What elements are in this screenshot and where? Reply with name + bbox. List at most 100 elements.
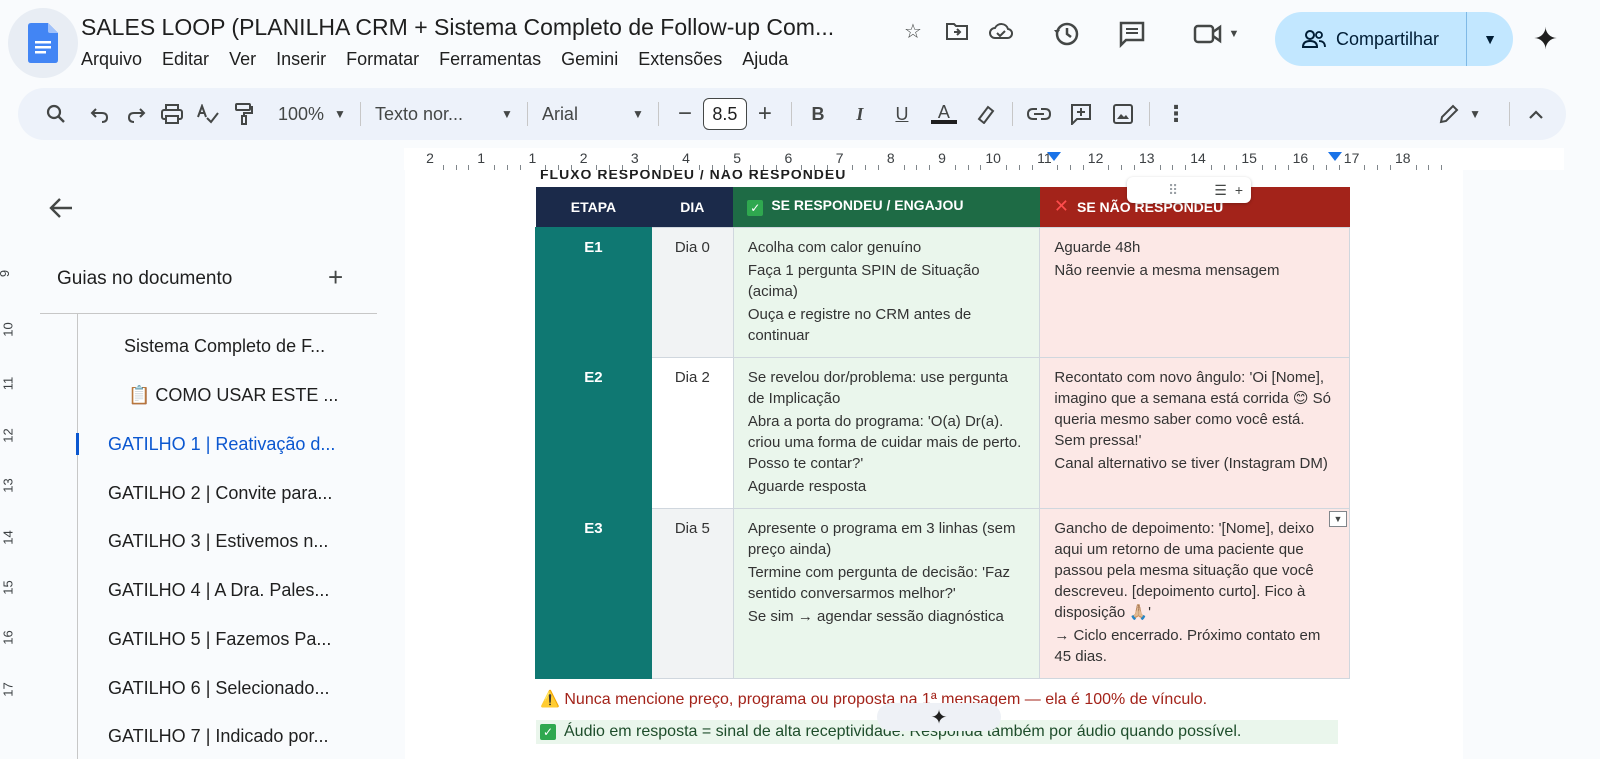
decrease-font-size-icon[interactable]: − <box>667 96 703 132</box>
paragraph-style-select[interactable]: Texto nor... ▼ <box>369 96 519 132</box>
etapa-cell[interactable]: E2 <box>535 356 652 509</box>
sidebar-divider <box>40 313 377 314</box>
table-row: E3 Dia 5 Apresente o programa em 3 linha… <box>535 507 1350 679</box>
toolbar-divider <box>526 102 528 126</box>
more-options-icon[interactable]: ⋮ <box>1158 96 1194 132</box>
menu-gemini[interactable]: Gemini <box>561 49 618 70</box>
sort-icon[interactable]: ☰ <box>1214 182 1227 199</box>
dia-cell[interactable]: Dia 0 <box>650 226 734 358</box>
check-icon: ✓ <box>540 724 556 740</box>
document-title[interactable]: SALES LOOP (PLANILHA CRM + Sistema Compl… <box>81 14 834 41</box>
cell-line: Ouça e registre no CRM antes de continua… <box>747 305 972 344</box>
redo-icon[interactable] <box>118 96 154 132</box>
cloud-saved-icon[interactable] <box>988 18 1014 44</box>
zoom-select[interactable]: 100% ▼ <box>272 96 352 132</box>
docs-logo-icon[interactable] <box>8 8 78 78</box>
table-floating-toolbar[interactable]: ⠿ ☰ + <box>1127 177 1251 203</box>
section-heading: FLUXO RESPONDEU / NÃO RESPONDEU <box>540 170 847 182</box>
document-outline-sidebar: Guias no documento + Sistema Completo de… <box>18 170 404 759</box>
follow-up-flow-table[interactable]: ETAPA DIA ✓ SE RESPONDEU / ENGAJOU ✕ SE NÃ… <box>535 187 1350 679</box>
pencil-icon <box>1439 104 1459 124</box>
ruler-label: 6 <box>784 150 793 166</box>
responded-cell[interactable]: Apresente o programa em 3 linhas (sem pr… <box>732 507 1041 679</box>
share-options-chevron-icon[interactable]: ▼ <box>1467 31 1513 47</box>
not-responded-cell[interactable]: Recontato com novo ângulo: 'Oi [Nome], i… <box>1039 356 1350 509</box>
document-page[interactable]: FLUXO RESPONDEU / NÃO RESPONDEU ETAPA DI… <box>405 170 1463 759</box>
outline-item[interactable]: GATILHO 6 | Selecionado... <box>108 678 329 699</box>
add-tab-icon[interactable]: + <box>328 262 343 293</box>
dia-cell[interactable]: Dia 2 <box>650 356 734 509</box>
font-size-input[interactable]: 8.5 <box>702 98 747 130</box>
insert-image-icon[interactable] <box>1105 96 1141 132</box>
text-color-icon[interactable]: A <box>926 96 962 132</box>
outline-item-active[interactable]: GATILHO 1 | Reativação d... <box>108 434 335 455</box>
menu-ver[interactable]: Ver <box>229 49 256 70</box>
gemini-star-icon[interactable]: ✦ <box>1533 22 1558 57</box>
history-icon[interactable] <box>1046 14 1086 54</box>
menu-arquivo[interactable]: Arquivo <box>81 49 142 70</box>
bold-icon[interactable]: B <box>800 96 836 132</box>
add-comment-icon[interactable] <box>1063 96 1099 132</box>
menu-inserir[interactable]: Inserir <box>276 49 326 70</box>
outline-item[interactable]: GATILHO 5 | Fazemos Pa... <box>108 629 331 650</box>
underline-icon[interactable]: U <box>884 96 920 132</box>
dia-cell[interactable]: Dia 5 <box>650 507 734 679</box>
search-icon[interactable] <box>38 96 74 132</box>
cell-line: Canal alternativo se tiver (Instagram DM… <box>1054 454 1328 472</box>
font-family-select[interactable]: Arial ▼ <box>536 96 650 132</box>
document-canvas[interactable]: FLUXO RESPONDEU / NÃO RESPONDEU ETAPA DI… <box>404 170 1564 759</box>
star-icon[interactable]: ☆ <box>900 18 926 44</box>
right-indent-marker-icon[interactable] <box>1328 152 1342 161</box>
etapa-cell[interactable]: E3 <box>535 507 652 679</box>
ruler-label: 18 <box>1395 150 1411 166</box>
cell-line: Recontato com novo ângulo: 'Oi [Nome], i… <box>1054 368 1332 449</box>
print-icon[interactable] <box>154 96 190 132</box>
undo-icon[interactable] <box>82 96 118 132</box>
outline-item[interactable]: GATILHO 7 | Indicado por... <box>108 726 328 747</box>
not-responded-cell[interactable]: Aguarde 48h Não reenvie a mesma mensagem <box>1039 226 1350 358</box>
menu-formatar[interactable]: Formatar <box>346 49 419 70</box>
add-icon[interactable]: + <box>1235 182 1243 198</box>
outline-item[interactable]: 📋 COMO USAR ESTE ... <box>128 385 338 406</box>
back-arrow-icon[interactable] <box>48 194 74 226</box>
guides-title: Guias no documento <box>57 268 233 289</box>
outline-item[interactable]: GATILHO 2 | Convite para... <box>108 483 332 504</box>
responded-cell[interactable]: Acolha com calor genuíno Faça 1 pergunta… <box>732 226 1041 358</box>
ruler-label: 1 <box>528 150 537 166</box>
collapse-menus-icon[interactable] <box>1518 96 1554 132</box>
table-row: E1 Dia 0 Acolha com calor genuíno Faça 1… <box>535 226 1350 358</box>
spellcheck-icon[interactable] <box>190 96 226 132</box>
ruler-label: 15 <box>1241 150 1257 166</box>
move-folder-icon[interactable] <box>944 18 970 44</box>
increase-font-size-icon[interactable]: + <box>747 96 783 132</box>
share-button[interactable]: Compartilhar <box>1275 12 1467 66</box>
comments-icon[interactable] <box>1112 14 1152 54</box>
outline-item[interactable]: GATILHO 4 | A Dra. Pales... <box>108 580 329 601</box>
etapa-cell[interactable]: E1 <box>535 226 652 358</box>
chevron-down-icon: ▼ <box>632 107 644 121</box>
gemini-fab-icon[interactable]: ✦ <box>877 703 1001 731</box>
menu-editar[interactable]: Editar <box>162 49 209 70</box>
cell-line: Gancho de depoimento: '[Nome], deixo aqu… <box>1054 519 1315 621</box>
outline-item[interactable]: Sistema Completo de F... <box>124 336 325 357</box>
ruler-label: 8 <box>886 150 895 166</box>
menu-ferramentas[interactable]: Ferramentas <box>439 49 541 70</box>
menu-ajuda[interactable]: Ajuda <box>742 49 788 70</box>
meet-icon[interactable]: ▼ <box>1186 14 1246 54</box>
editing-mode-select[interactable]: ▼ <box>1433 96 1487 132</box>
paragraph-style-value: Texto nor... <box>374 103 463 124</box>
drag-handle-icon[interactable]: ⠿ <box>1168 182 1180 199</box>
menu-extensoes[interactable]: Extensões <box>638 49 722 70</box>
highlight-color-icon[interactable] <box>968 96 1004 132</box>
cell-menu-chevron-icon[interactable]: ▼ <box>1329 511 1347 527</box>
horizontal-ruler[interactable]: 2 1 1 2 3 4 5 6 7 8 9 10 11 12 13 14 15 16 17 18 <box>404 148 1564 170</box>
italic-icon[interactable]: I <box>842 96 878 132</box>
paint-format-icon[interactable] <box>226 96 262 132</box>
ruler-label: 5 <box>733 150 742 166</box>
share-button-group: Compartilhar ▼ <box>1275 12 1513 66</box>
outline-item[interactable]: GATILHO 3 | Estivemos n... <box>108 531 328 552</box>
not-responded-cell[interactable]: Gancho de depoimento: '[Nome], deixo aqu… <box>1039 507 1350 679</box>
insert-link-icon[interactable] <box>1021 96 1057 132</box>
cell-line: → Ciclo encerrado. Próximo contato em 45… <box>1054 626 1321 665</box>
responded-cell[interactable]: Se revelou dor/problema: use pergunta de… <box>732 356 1041 509</box>
